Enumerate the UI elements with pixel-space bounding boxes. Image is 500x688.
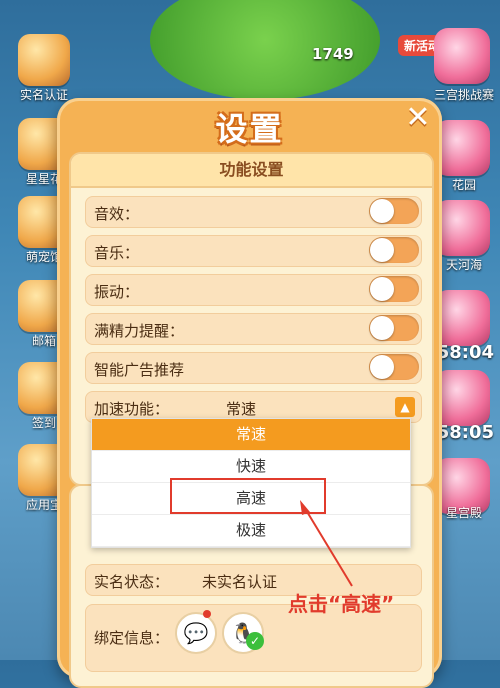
annotation-arrow (300, 500, 353, 587)
annotation-text: 点击“高速” (288, 592, 395, 616)
